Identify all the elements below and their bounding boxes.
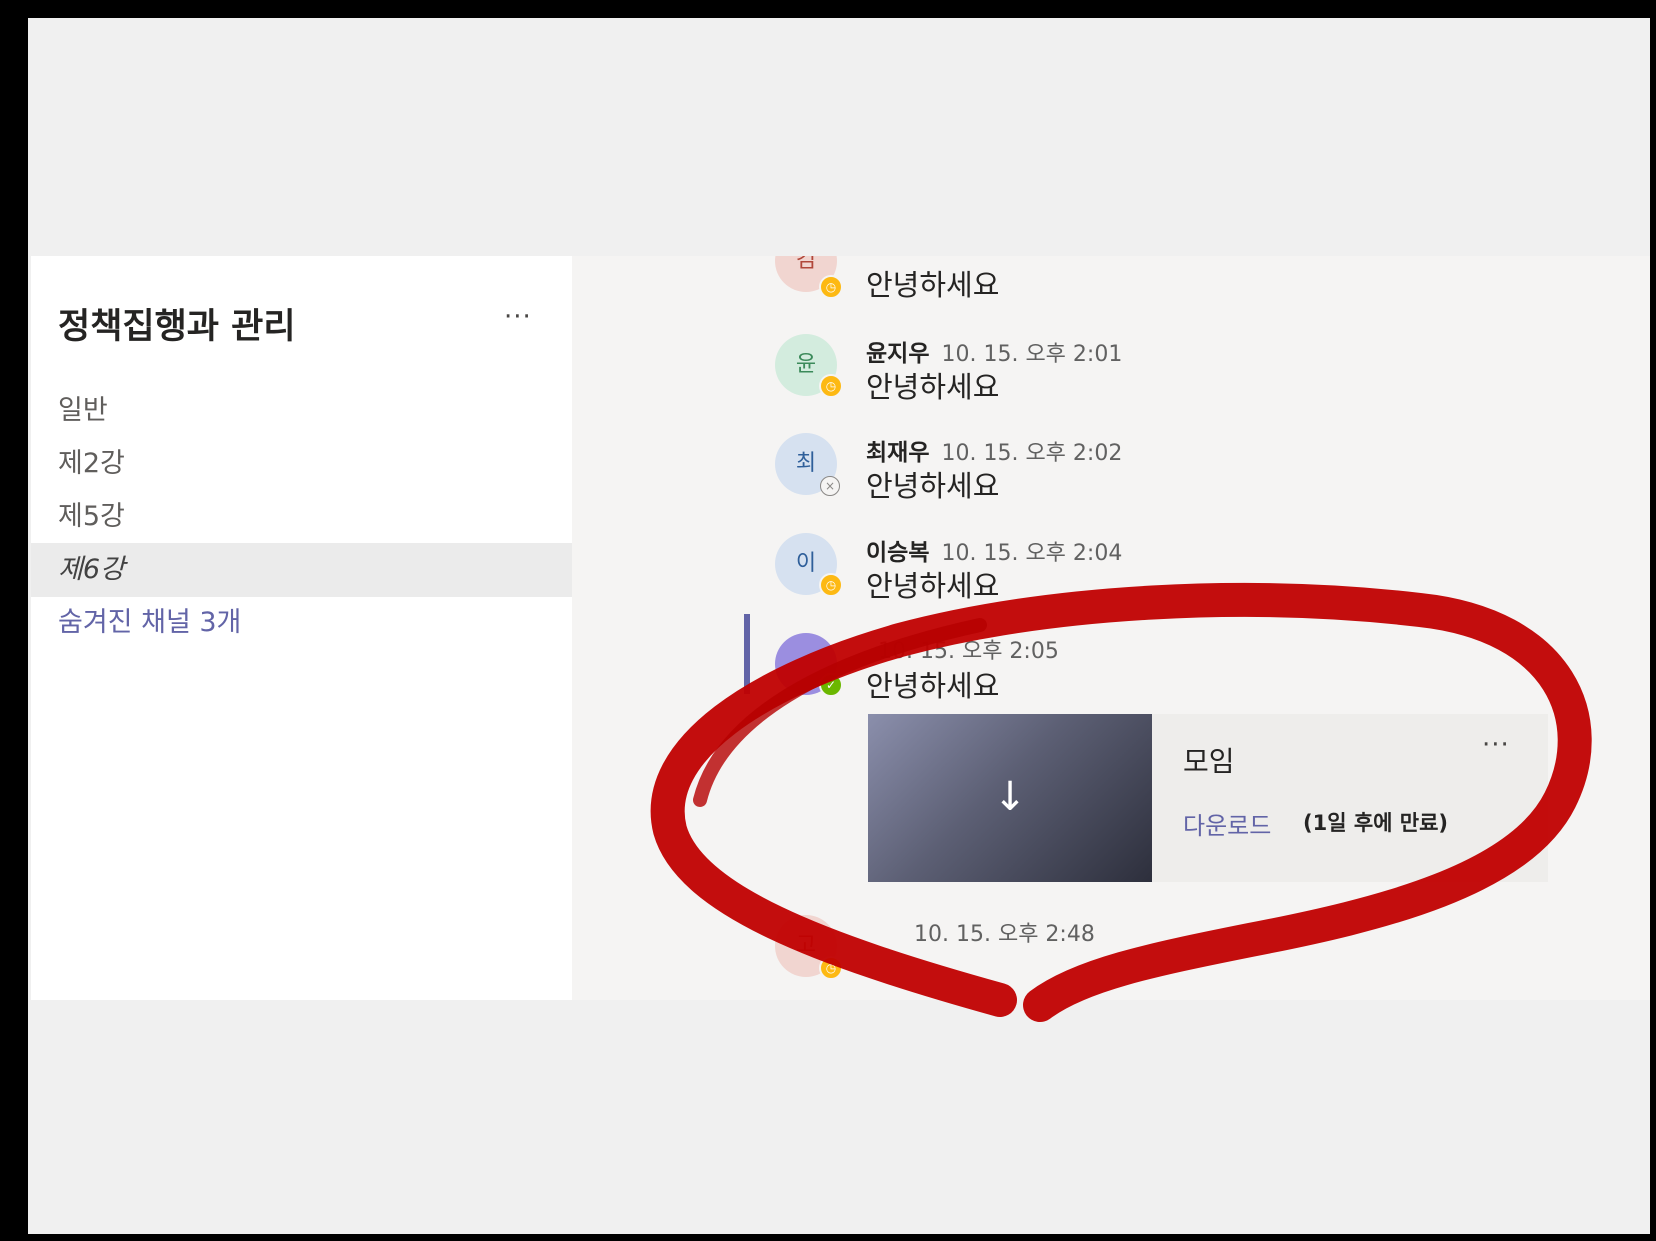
teams-window-crop: 정책집행과 관리 ··· 일반 제2강 제5강 제6강 숨겨진 채널 3개 김 … — [31, 256, 1650, 1000]
timestamp: 10. 15. 오후 2:05 — [878, 639, 1059, 664]
channel-item-lecture-6[interactable]: 제6강 — [31, 543, 572, 597]
message-header: 10. 15. 오후 2:05 — [866, 633, 1059, 665]
card-more-options-icon[interactable]: ··· — [1482, 730, 1510, 760]
chat-pane: 김 ◷ 안녕하세요 윤 ◷ 윤지우 10. 15. 오후 2:01 안녕하세요 최… — [744, 256, 1650, 1000]
channel-item-lecture-5[interactable]: 제5강 — [31, 490, 572, 544]
meeting-recording-card[interactable]: ↓ 모임 ··· 다운로드 (1일 후에 만료) — [868, 714, 1548, 882]
away-status-icon: ◷ — [819, 573, 843, 597]
timestamp: 10. 15. 오후 2:48 — [914, 922, 1095, 947]
message-text: 안녕하세요 — [866, 370, 1000, 404]
message-header: 10. 15. 오후 2:48 — [866, 916, 1095, 948]
team-more-options-icon[interactable]: ··· — [504, 302, 532, 332]
message-text: 안녕하세요 — [866, 268, 1000, 302]
channel-sidebar: 정책집행과 관리 ··· 일반 제2강 제5강 제6강 숨겨진 채널 3개 — [31, 256, 572, 1000]
selected-message-indicator — [744, 614, 750, 694]
channel-item-general[interactable]: 일반 — [31, 384, 572, 438]
message-text: 안녕하세요 — [866, 669, 1000, 703]
download-icon[interactable]: ↓ — [868, 774, 1152, 820]
team-name: 정책집행과 관리 — [58, 307, 296, 347]
expiry-note: (1일 후에 만료) — [1303, 811, 1449, 835]
message-header: 이승복 10. 15. 오후 2:04 — [866, 533, 1122, 567]
message-text: 안녕하세요 — [866, 469, 1000, 503]
screenshot-frame: 정책집행과 관리 ··· 일반 제2강 제5강 제6강 숨겨진 채널 3개 김 … — [28, 18, 1650, 1234]
offline-status-icon: × — [820, 476, 840, 496]
channel-item-lecture-2[interactable]: 제2강 — [31, 437, 572, 491]
away-status-icon: ◷ — [819, 374, 843, 398]
recording-title: 모임 — [1183, 745, 1235, 778]
message-header: 최재우 10. 15. 오후 2:02 — [866, 433, 1122, 467]
available-status-icon: ✓ — [819, 673, 843, 697]
away-status-icon: ◷ — [819, 275, 843, 299]
download-link[interactable]: 다운로드 — [1183, 806, 1271, 841]
away-status-icon: ◷ — [819, 956, 843, 980]
message-text: 안녕하세요 — [866, 569, 1000, 603]
recording-thumbnail[interactable]: ↓ — [868, 714, 1152, 882]
hidden-channels-link[interactable]: 숨겨진 채널 3개 — [31, 596, 572, 650]
message-header: 윤지우 10. 15. 오후 2:01 — [866, 334, 1122, 368]
